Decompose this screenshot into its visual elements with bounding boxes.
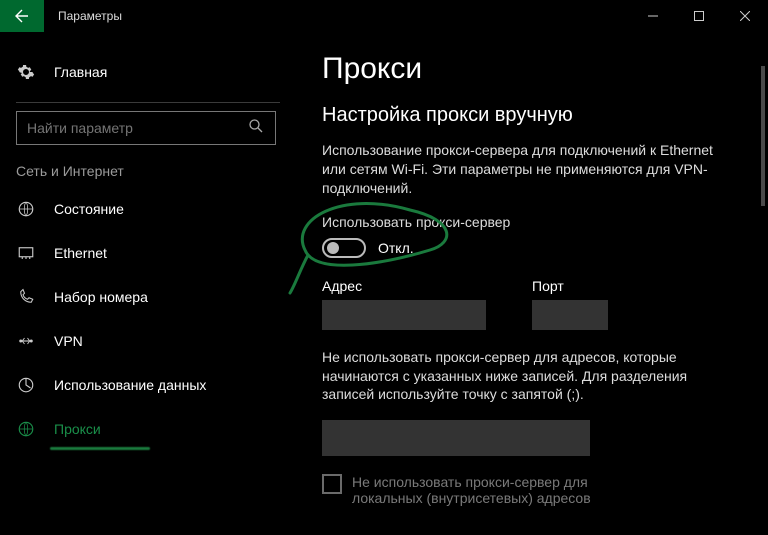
gear-icon — [16, 63, 36, 81]
sidebar-item-proxy[interactable]: Прокси — [16, 407, 290, 451]
dont-use-local-checkbox[interactable] — [322, 474, 342, 494]
section-title: Настройка прокси вручную — [322, 104, 744, 127]
close-icon — [740, 11, 750, 21]
use-proxy-label: Использовать прокси-сервер — [322, 214, 744, 230]
sidebar-item-label: Использование данных — [54, 377, 206, 393]
data-usage-icon — [16, 376, 36, 394]
address-label: Адрес — [322, 278, 486, 294]
back-button[interactable] — [0, 0, 44, 32]
titlebar: Параметры — [0, 0, 768, 32]
arrow-left-icon — [14, 8, 30, 24]
toggle-state-text: Откл. — [378, 240, 414, 256]
sidebar-item-label: Прокси — [54, 421, 101, 437]
maximize-icon — [694, 11, 704, 21]
search-icon — [248, 118, 264, 139]
sidebar-item-ethernet[interactable]: Ethernet — [16, 231, 290, 275]
minimize-icon — [648, 11, 658, 21]
sidebar-item-label: VPN — [54, 333, 83, 349]
dont-use-local-label: Не использовать прокси-сервер для локаль… — [352, 474, 652, 506]
vpn-icon — [16, 332, 36, 350]
ethernet-icon — [16, 244, 36, 262]
sidebar-item-label: Состояние — [54, 201, 124, 217]
use-proxy-toggle[interactable] — [322, 238, 366, 258]
status-icon — [16, 200, 36, 218]
sidebar-item-label: Набор номера — [54, 289, 148, 305]
search-input[interactable] — [16, 111, 276, 145]
window-title: Параметры — [44, 9, 122, 23]
section-heading: Сеть и Интернет — [16, 163, 290, 179]
divider — [16, 102, 280, 103]
minimize-button[interactable] — [630, 0, 676, 32]
home-nav[interactable]: Главная — [16, 52, 290, 92]
proxy-icon — [16, 420, 36, 438]
bypass-input[interactable] — [322, 420, 590, 456]
sidebar-item-status[interactable]: Состояние — [16, 187, 290, 231]
scrollbar[interactable] — [761, 66, 765, 206]
main-panel: Прокси Настройка прокси вручную Использо… — [290, 32, 768, 535]
annotation-underline — [50, 447, 150, 450]
address-input[interactable] — [322, 300, 486, 330]
sidebar-item-data-usage[interactable]: Использование данных — [16, 363, 290, 407]
search-box[interactable] — [16, 111, 280, 145]
section-description: Использование прокси-сервера для подключ… — [322, 141, 732, 198]
dialup-icon — [16, 288, 36, 306]
maximize-button[interactable] — [676, 0, 722, 32]
toggle-knob — [327, 242, 339, 254]
close-button[interactable] — [722, 0, 768, 32]
sidebar-item-dialup[interactable]: Набор номера — [16, 275, 290, 319]
bypass-description: Не использовать прокси-сервер для адресо… — [322, 348, 732, 405]
sidebar-item-vpn[interactable]: VPN — [16, 319, 290, 363]
home-label: Главная — [54, 64, 107, 80]
sidebar-item-label: Ethernet — [54, 245, 107, 261]
port-label: Порт — [532, 278, 608, 294]
page-title: Прокси — [322, 52, 744, 86]
port-input[interactable] — [532, 300, 608, 330]
sidebar: Главная Сеть и Интернет Состояние Ethern… — [0, 32, 290, 535]
